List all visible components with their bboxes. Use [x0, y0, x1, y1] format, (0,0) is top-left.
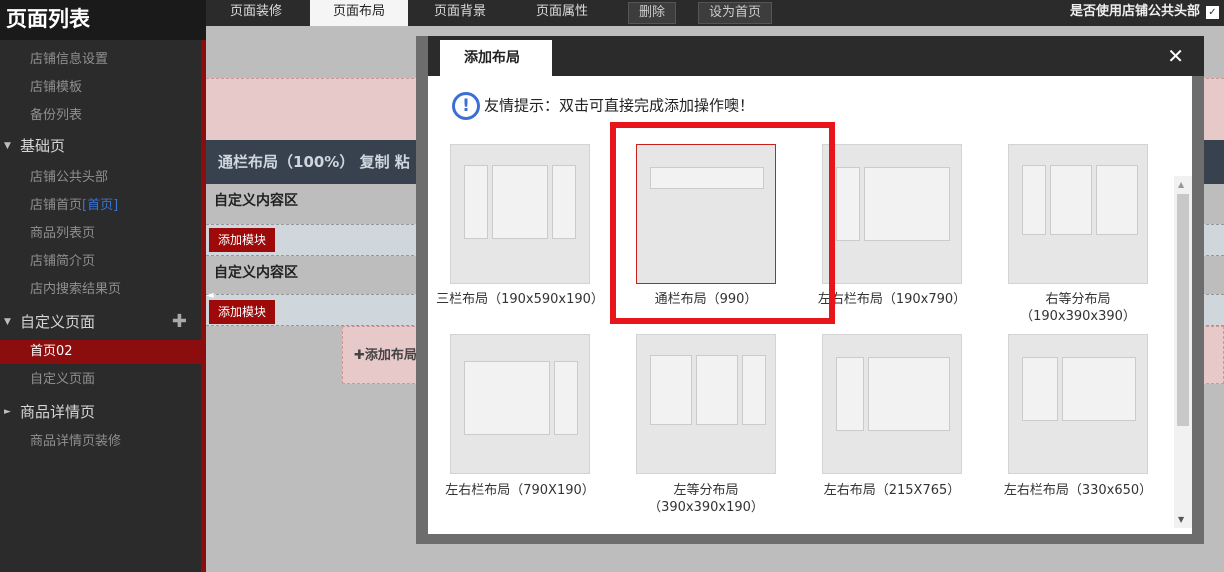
tip: ! 友情提示：双击可直接完成添加操作噢！ — [452, 90, 754, 120]
layout-column — [696, 355, 738, 425]
modal-title: 添加布局 — [440, 40, 552, 76]
tab-page-properties[interactable]: 页面属性 — [520, 0, 604, 26]
layout-column — [464, 361, 550, 435]
sidebar-item-label: 店铺首页 — [30, 198, 83, 213]
sidebar-category-product-detail[interactable]: ► 商品详情页 — [0, 398, 201, 426]
sidebar-item-store-intro[interactable]: 店铺简介页 — [0, 250, 201, 274]
sidebar-item-custom-page[interactable]: 自定义页面 — [0, 368, 201, 392]
layout-caption: 左右栏布局（790X190） — [445, 483, 595, 498]
layout-column — [868, 357, 950, 431]
sidebar-item-product-detail-decor[interactable]: 商品详情页装修 — [0, 430, 201, 454]
layout-column — [836, 357, 864, 431]
layout-column — [464, 165, 488, 239]
layout-column — [1062, 357, 1136, 421]
sidebar-category-basic[interactable]: ▼ 基础页 — [0, 132, 201, 160]
layout-option-left-right-190x790[interactable] — [822, 144, 962, 284]
chevron-down-icon: ▼ — [4, 317, 11, 327]
layout-column — [1096, 165, 1138, 235]
sidebar: 页面列表 店铺信息设置 店铺模板 备份列表 ▼ 基础页 店铺公共头部 店铺首页[… — [0, 0, 206, 572]
delete-button[interactable]: 删除 — [628, 2, 677, 24]
layout-column — [554, 361, 578, 435]
chevron-down-icon: ▼ — [4, 141, 11, 151]
sidebar-item-home02[interactable]: 首页02 — [0, 340, 201, 364]
sidebar-item-store-info[interactable]: 店铺信息设置 — [0, 48, 201, 72]
chevron-right-icon: ► — [4, 407, 11, 417]
layout-column — [742, 355, 766, 425]
sidebar-category-label: 基础页 — [20, 137, 66, 155]
layout-bar-title: 通栏布局（100%） 复制 粘 — [218, 153, 410, 171]
layout-caption: 左右栏布局（330x650） — [1003, 483, 1153, 498]
layout-option-left-right-790x190[interactable] — [450, 334, 590, 474]
selection-highlight — [610, 122, 835, 324]
tip-text: 友情提示：双击可直接完成添加操作噢！ — [484, 96, 755, 115]
top-toolbar: 页面装修 页面布局 页面背景 页面属性 删除 设为首页 是否使用店铺公共头部 ✓ — [206, 0, 1224, 26]
layout-column — [864, 167, 950, 241]
layout-column — [1050, 165, 1092, 235]
scroll-thumb[interactable] — [1177, 194, 1189, 426]
collapse-icon[interactable]: ◄ — [206, 290, 218, 304]
layout-caption-dims: （190x390x390） — [1020, 309, 1136, 324]
modal-body: ! 友情提示：双击可直接完成添加操作噢！ 三栏布局（190x590x190） 通栏… — [428, 76, 1192, 534]
info-icon: ! — [452, 91, 480, 120]
add-module-button[interactable]: 添加模块 — [209, 228, 276, 252]
layout-caption-dims: （390x390x190） — [648, 500, 764, 515]
add-page-icon[interactable]: ✚ — [172, 308, 187, 336]
zone-label: 自定义内容区 — [214, 265, 298, 281]
layout-caption: 右等分布局 — [1045, 292, 1111, 307]
home-tag: [首页] — [82, 198, 119, 213]
tab-page-background[interactable]: 页面背景 — [418, 0, 502, 26]
layout-option-left-right-330x650[interactable] — [1008, 334, 1148, 474]
zone-label: 自定义内容区 — [214, 193, 298, 209]
layout-caption: 三栏布局（190x590x190） — [436, 292, 604, 307]
add-layout-button[interactable]: ✚添加布局 — [354, 344, 417, 363]
scroll-down-icon[interactable]: ▼ — [1178, 515, 1184, 524]
tab-page-decoration[interactable]: 页面装修 — [214, 0, 298, 26]
modal-header: 添加布局 ✕ — [428, 36, 1204, 76]
set-home-button[interactable]: 设为首页 — [698, 2, 773, 24]
sidebar-item-product-list[interactable]: 商品列表页 — [0, 222, 201, 246]
layout-column — [1022, 165, 1046, 235]
layout-option-left-right-215x765[interactable] — [822, 334, 962, 474]
sidebar-item-common-header[interactable]: 店铺公共头部 — [0, 166, 201, 190]
sidebar-title: 页面列表 — [0, 0, 206, 40]
layout-caption: 左等分布局 — [673, 483, 739, 498]
common-header-checkbox[interactable]: ✓ — [1206, 6, 1219, 19]
close-icon[interactable]: ✕ — [1167, 44, 1184, 68]
add-layout-modal: 添加布局 ✕ ! 友情提示：双击可直接完成添加操作噢！ 三栏布局（190x590x… — [416, 36, 1204, 544]
common-header-option: 是否使用店铺公共头部 — [1069, 4, 1200, 19]
tab-page-layout[interactable]: 页面布局 — [310, 0, 408, 26]
layout-option-right-equal[interactable] — [1008, 144, 1148, 284]
sidebar-item-store-template[interactable]: 店铺模板 — [0, 76, 201, 100]
sidebar-item-backup-list[interactable]: 备份列表 — [0, 104, 201, 128]
layout-column — [1022, 357, 1058, 421]
add-module-button[interactable]: 添加模块 — [209, 300, 276, 324]
scroll-up-icon[interactable]: ▲ — [1178, 180, 1184, 189]
layout-column — [650, 355, 692, 425]
scrollbar[interactable]: ▲ ▼ — [1174, 176, 1192, 528]
layout-column — [492, 165, 548, 239]
sidebar-item-search-results[interactable]: 店内搜索结果页 — [0, 278, 201, 302]
sidebar-category-label: 商品详情页 — [20, 403, 96, 421]
layout-option-three-column[interactable] — [450, 144, 590, 284]
layout-column — [552, 165, 576, 239]
layout-caption: 左右布局（215X765） — [823, 483, 961, 498]
sidebar-category-label: 自定义页面 — [20, 313, 96, 331]
sidebar-item-home[interactable]: 店铺首页[首页] — [0, 194, 201, 218]
layout-option-left-equal[interactable] — [636, 334, 776, 474]
layout-column — [836, 167, 860, 241]
sidebar-category-custom[interactable]: ▼ 自定义页面 ✚ — [0, 308, 201, 336]
